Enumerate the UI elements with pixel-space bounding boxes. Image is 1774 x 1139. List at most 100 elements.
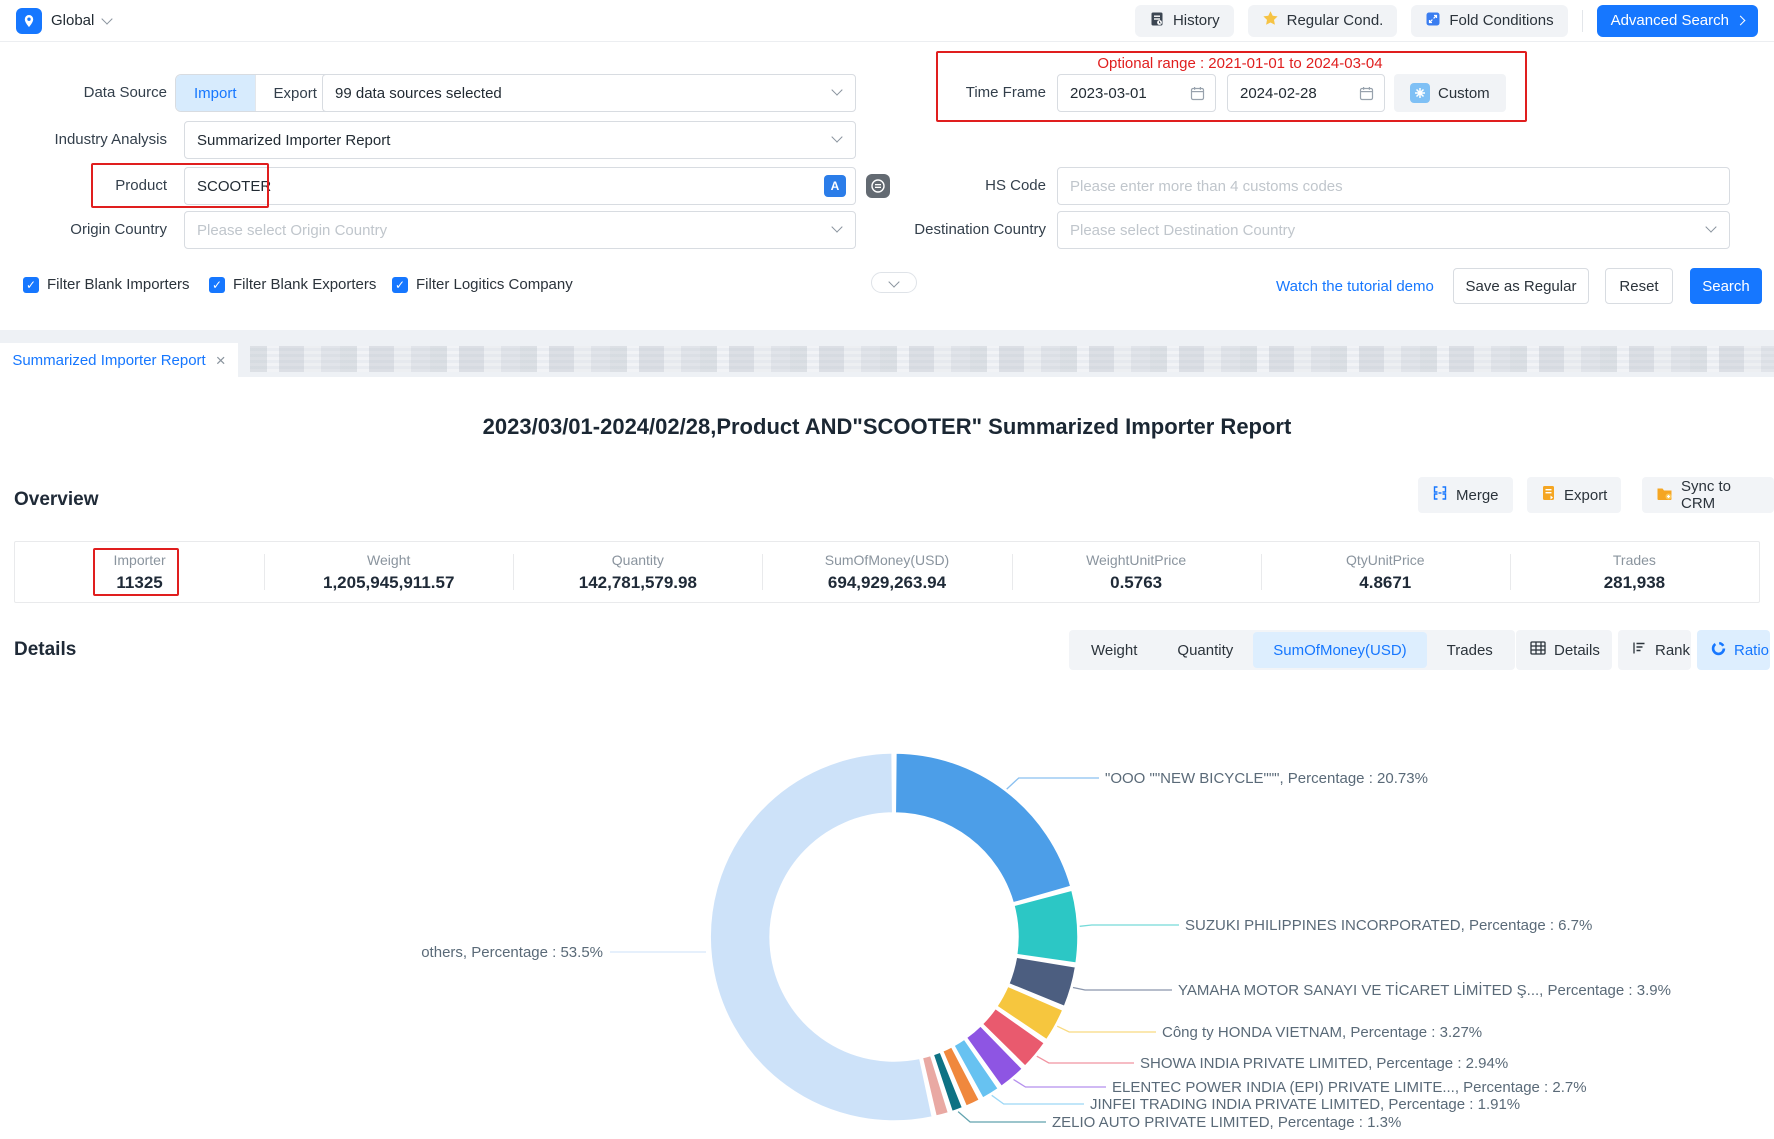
chevron-down-icon [102, 13, 113, 24]
filter-blank-exporters-checkbox[interactable]: ✓ Filter Blank Exporters [209, 276, 376, 293]
stat-value: 11325 [116, 573, 162, 593]
crm-folder-icon [1656, 486, 1673, 505]
product-input[interactable] [184, 167, 856, 205]
chart-callout-label: others, Percentage : 53.5% [421, 944, 603, 961]
destination-country-label: Destination Country [876, 211, 1046, 249]
donut-segment[interactable] [1014, 890, 1078, 963]
chart-callout-label: "OOO ""NEW BICYCLE""", Percentage : 20.7… [1105, 770, 1428, 787]
leader-line [1073, 988, 1172, 991]
search-button[interactable]: Search [1690, 268, 1762, 304]
overview-heading: Overview [14, 489, 99, 511]
hs-code-input[interactable] [1057, 167, 1730, 205]
globe-pin-icon [16, 8, 42, 34]
leader-line [1037, 1056, 1134, 1063]
data-sources-select[interactable]: 99 data sources selected [322, 74, 856, 112]
chevron-down-icon [1705, 221, 1716, 232]
stat-qtyunitprice: QtyUnitPrice4.8671 [1261, 542, 1510, 602]
history-label: History [1173, 12, 1220, 29]
result-tabbar: Summarized Importer Report × [0, 330, 1774, 377]
region-selector[interactable]: Global [16, 8, 111, 34]
checkbox-checked-icon: ✓ [392, 277, 408, 293]
translate-icon[interactable]: A [824, 175, 846, 197]
destination-country-placeholder: Please select Destination Country [1070, 222, 1295, 239]
chevron-down-icon [831, 221, 842, 232]
history-button[interactable]: History [1135, 5, 1234, 37]
star-icon [1262, 10, 1279, 31]
leader-line [1014, 1080, 1107, 1088]
chart-callout-label: JINFEI TRADING INDIA PRIVATE LIMITED, Pe… [1090, 1096, 1520, 1113]
date-to-value: 2024-02-28 [1240, 85, 1317, 102]
export-doc-icon [1541, 485, 1556, 505]
import-tab[interactable]: Import [176, 75, 255, 111]
stat-value: 694,929,263.94 [828, 573, 946, 593]
origin-country-label: Origin Country [40, 211, 167, 249]
timeframe-label: Time Frame [906, 74, 1046, 112]
save-as-regular-button[interactable]: Save as Regular [1453, 268, 1589, 304]
chart-callout-label: YAMAHA MOTOR SANAYI VE TİCARET LİMİTED Ş… [1178, 981, 1671, 999]
custom-range-button[interactable]: Custom [1394, 74, 1506, 112]
leader-line [1057, 1026, 1156, 1032]
checkbox-checked-icon: ✓ [209, 277, 225, 293]
advanced-search-button[interactable]: Advanced Search [1597, 5, 1758, 37]
checkbox-label: Filter Blank Importers [47, 276, 190, 293]
destination-country-select[interactable]: Please select Destination Country [1057, 211, 1730, 249]
filter-logitics-company-checkbox[interactable]: ✓ Filter Logitics Company [392, 276, 573, 293]
stat-value: 1,205,945,911.57 [323, 573, 454, 593]
chevron-right-icon [1736, 16, 1746, 26]
stat-importer: Importer 11325 [15, 542, 264, 602]
leader-line [958, 1112, 1046, 1122]
blurred-tabs-region [250, 346, 1774, 372]
sync-to-crm-button[interactable]: Sync to CRM [1642, 477, 1774, 513]
chart-callout-label: ELENTEC POWER INDIA (EPI) PRIVATE LIMITE… [1112, 1079, 1587, 1096]
data-source-toggle: Import Export [175, 74, 336, 112]
ratio-chart: "OOO ""NEW BICYCLE""", Percentage : 20.7… [0, 660, 1774, 1139]
export-button[interactable]: Export [1527, 477, 1621, 513]
stat-label: Importer [114, 552, 166, 568]
filter-blank-importers-checkbox[interactable]: ✓ Filter Blank Importers [23, 276, 190, 293]
calendar-icon [1190, 86, 1205, 105]
stat-label: Weight [367, 552, 410, 568]
custom-icon [1410, 83, 1430, 103]
data-sources-value: 99 data sources selected [335, 85, 502, 102]
ratio-chart-svg: "OOO ""NEW BICYCLE""", Percentage : 20.7… [0, 660, 1774, 1139]
stat-value: 142,781,579.98 [579, 573, 697, 593]
rank-icon [1632, 641, 1647, 659]
sync-to-crm-label: Sync to CRM [1681, 478, 1760, 512]
stat-value: 0.5763 [1110, 573, 1162, 593]
exact-match-icon[interactable] [866, 174, 890, 198]
industry-analysis-label: Industry Analysis [40, 121, 167, 159]
fold-icon [1425, 11, 1441, 31]
checkbox-label: Filter Blank Exporters [233, 276, 376, 293]
hs-code-label: HS Code [906, 167, 1046, 205]
checkbox-checked-icon: ✓ [23, 277, 39, 293]
tab-label: Summarized Importer Report [12, 352, 205, 369]
stat-label: SumOfMoney(USD) [825, 552, 949, 568]
tab-summarized-importer-report[interactable]: Summarized Importer Report × [0, 343, 238, 377]
leader-line [992, 1095, 1084, 1104]
donut-segment[interactable] [895, 753, 1071, 903]
industry-analysis-value: Summarized Importer Report [197, 132, 390, 149]
date-from-input[interactable]: 2023-03-01 [1057, 74, 1216, 112]
stat-quantity: Quantity142,781,579.98 [513, 542, 762, 602]
reset-button[interactable]: Reset [1605, 268, 1673, 304]
close-icon[interactable]: × [216, 352, 226, 369]
chart-callout-label: Công ty HONDA VIETNAM, Percentage : 3.27… [1162, 1024, 1482, 1041]
ratio-donut-icon [1711, 641, 1726, 660]
stat-label: QtyUnitPrice [1346, 552, 1425, 568]
origin-country-placeholder: Please select Origin Country [197, 222, 387, 239]
fold-conditions-button[interactable]: Fold Conditions [1411, 5, 1567, 37]
merge-button[interactable]: Merge [1418, 477, 1513, 513]
industry-analysis-select[interactable]: Summarized Importer Report [184, 121, 856, 159]
export-label: Export [1564, 487, 1607, 504]
report-title: 2023/03/01-2024/02/28,Product AND"SCOOTE… [0, 414, 1774, 440]
collapse-conditions-button[interactable] [871, 272, 917, 293]
checkbox-label: Filter Logitics Company [416, 276, 573, 293]
topbar-divider [1582, 10, 1583, 32]
origin-country-select[interactable]: Please select Origin Country [184, 211, 856, 249]
topbar: Global History Regular Cond. Fold Condit… [0, 0, 1774, 42]
date-to-input[interactable]: 2024-02-28 [1227, 74, 1385, 112]
regular-cond-button[interactable]: Regular Cond. [1248, 5, 1398, 37]
regular-cond-label: Regular Cond. [1287, 12, 1384, 29]
history-icon [1149, 11, 1165, 31]
tutorial-link[interactable]: Watch the tutorial demo [1276, 278, 1434, 295]
